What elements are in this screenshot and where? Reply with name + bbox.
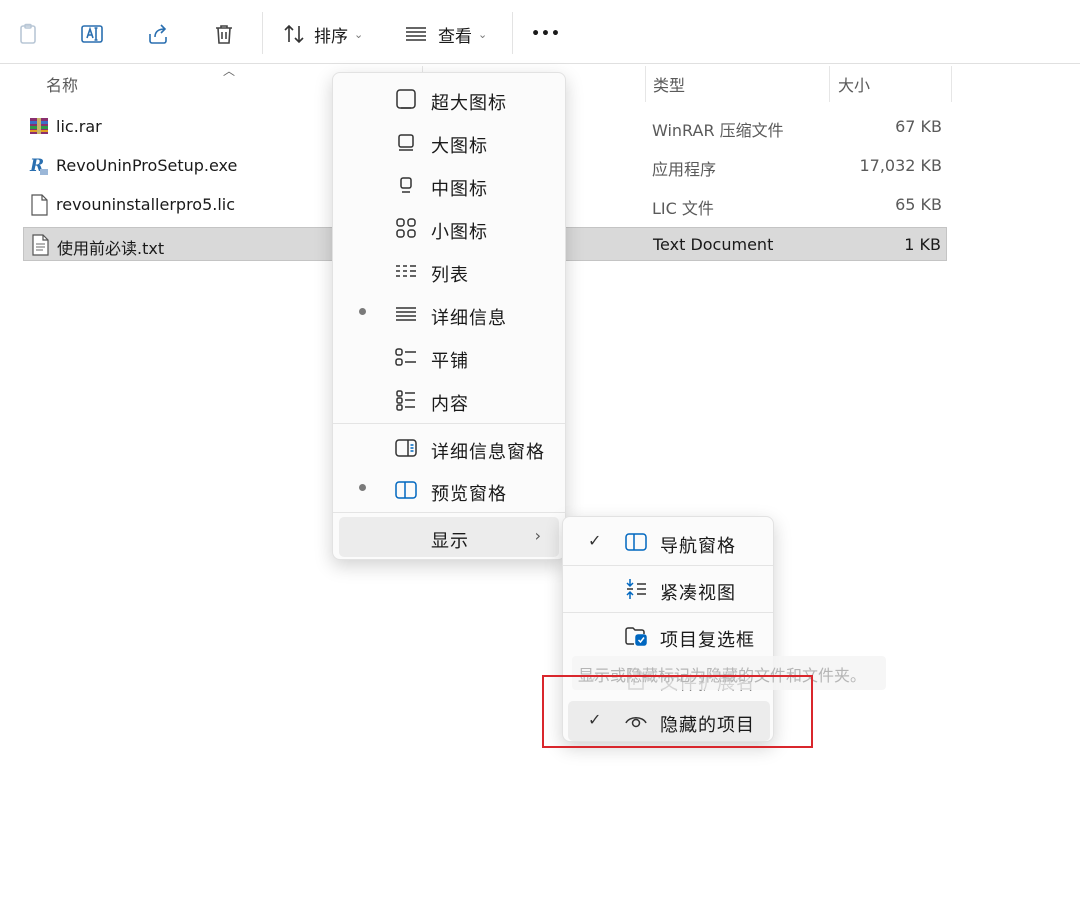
share-icon: [138, 14, 178, 54]
sort-icon: [282, 23, 306, 45]
content-icon: [394, 388, 418, 412]
menu-item-label: 详细信息窗格: [431, 442, 545, 463]
file-size: 65 KB: [895, 195, 942, 214]
menu-item-label: 超大图标: [431, 93, 507, 114]
command-bar: 排序 ⌄ 查看 ⌄ •••: [0, 0, 1080, 64]
file-name: 使用前必读.txt: [57, 239, 165, 258]
file-type: Text Document: [653, 235, 774, 254]
column-header-name[interactable]: 名称: [46, 72, 78, 96]
menu-item-label: 中图标: [431, 179, 488, 200]
menu-item-content[interactable]: 内容: [339, 380, 559, 420]
rename-button[interactable]: [72, 14, 112, 54]
file-type: 应用程序: [652, 160, 717, 179]
menu-item-label: 小图标: [431, 222, 488, 243]
sort-ascending-icon: ︿: [223, 64, 236, 78]
file-size: 1 KB: [904, 235, 941, 254]
menu-item-label: 大图标: [431, 136, 488, 157]
menu-separator: [333, 423, 565, 424]
extra-large-icons-icon: [394, 87, 418, 111]
column-header-type[interactable]: 类型: [653, 72, 685, 96]
submenu-item-label: 导航窗格: [660, 536, 736, 557]
sort-button[interactable]: 排序 ⌄: [282, 14, 363, 54]
chevron-down-icon: ⌄: [478, 27, 488, 41]
view-label: 查看: [438, 26, 472, 47]
column-header-size[interactable]: 大小: [838, 72, 870, 96]
chevron-down-icon: ⌄: [354, 27, 364, 41]
submenu-item-label: 紧凑视图: [660, 583, 736, 604]
menu-separator: [563, 565, 773, 566]
item-checkbox-icon: [624, 624, 648, 648]
menu-item-label: 显示: [431, 531, 469, 552]
menu-item-details[interactable]: 详细信息: [339, 294, 559, 334]
submenu-item-item-checkboxes[interactable]: 项目复选框: [568, 616, 770, 656]
paste-icon: [8, 14, 48, 54]
delete-button[interactable]: [204, 14, 244, 54]
menu-item-label: 列表: [431, 265, 469, 286]
checkmark-icon: ✓: [588, 531, 602, 550]
menu-separator: [563, 612, 773, 613]
view-icon: [404, 25, 428, 43]
selected-dot-icon: [359, 308, 366, 315]
column-divider[interactable]: [829, 66, 830, 102]
view-button[interactable]: 查看 ⌄: [404, 14, 487, 54]
exe-app-icon: R: [29, 155, 49, 177]
file-type: WinRAR 压缩文件: [652, 121, 784, 140]
file-name: RevoUninProSetup.exe: [56, 156, 238, 175]
tiles-icon: [394, 345, 418, 369]
menu-item-details-pane[interactable]: 详细信息窗格: [339, 428, 559, 468]
menu-item-tiles[interactable]: 平铺: [339, 337, 559, 377]
share-button[interactable]: [138, 14, 178, 54]
toolbar-separator: [512, 12, 513, 54]
details-icon: [394, 302, 418, 326]
more-icon: •••: [531, 26, 561, 42]
toolbar-separator: [262, 12, 263, 54]
sort-label: 排序: [314, 26, 348, 47]
menu-item-large-icons[interactable]: 大图标: [339, 122, 559, 162]
file-name: revouninstallerpro5.lic: [56, 195, 236, 214]
file-type: LIC 文件: [652, 199, 714, 218]
menu-item-label: 详细信息: [431, 308, 507, 329]
more-button[interactable]: •••: [530, 14, 562, 54]
file-name: lic.rar: [56, 117, 102, 136]
delete-icon: [204, 14, 244, 54]
chevron-right-icon: ›: [534, 526, 541, 545]
submenu-item-navigation-pane[interactable]: ✓ 导航窗格: [568, 522, 770, 562]
small-icons-icon: [394, 216, 418, 240]
selected-dot-icon: [359, 484, 366, 491]
submenu-item-label: 项目复选框: [660, 630, 755, 651]
navigation-pane-icon: [624, 530, 648, 554]
highlight-box: [542, 675, 813, 748]
column-divider[interactable]: [951, 66, 952, 102]
submenu-item-compact-view[interactable]: 紧凑视图: [568, 569, 770, 609]
menu-item-label: 预览窗格: [431, 484, 507, 505]
menu-separator: [333, 512, 565, 513]
column-divider[interactable]: [645, 66, 646, 102]
paste-button[interactable]: [8, 14, 48, 54]
menu-item-label: 内容: [431, 394, 469, 415]
menu-item-preview-pane[interactable]: 预览窗格: [339, 470, 559, 510]
large-icons-icon: [394, 130, 418, 154]
compact-view-icon: [624, 577, 648, 601]
list-icon: [394, 259, 418, 283]
menu-item-list[interactable]: 列表: [339, 251, 559, 291]
menu-item-small-icons[interactable]: 小图标: [339, 208, 559, 248]
menu-item-show[interactable]: 显示 ›: [339, 517, 559, 557]
file-icon: [29, 194, 49, 216]
view-menu: 超大图标 大图标 中图标 小图标 列表 详细信息 平铺 内容 详细信息窗格 预览…: [332, 72, 566, 560]
rename-icon: [72, 14, 112, 54]
menu-item-medium-icons[interactable]: 中图标: [339, 165, 559, 205]
file-size: 17,032 KB: [859, 156, 942, 175]
medium-icons-icon: [394, 173, 418, 197]
text-file-icon: [30, 234, 50, 256]
menu-item-extra-large-icons[interactable]: 超大图标: [339, 79, 559, 119]
preview-pane-icon: [394, 478, 418, 502]
menu-item-label: 平铺: [431, 351, 469, 372]
details-pane-icon: [394, 436, 418, 460]
file-size: 67 KB: [895, 117, 942, 136]
rar-archive-icon: [29, 116, 49, 138]
